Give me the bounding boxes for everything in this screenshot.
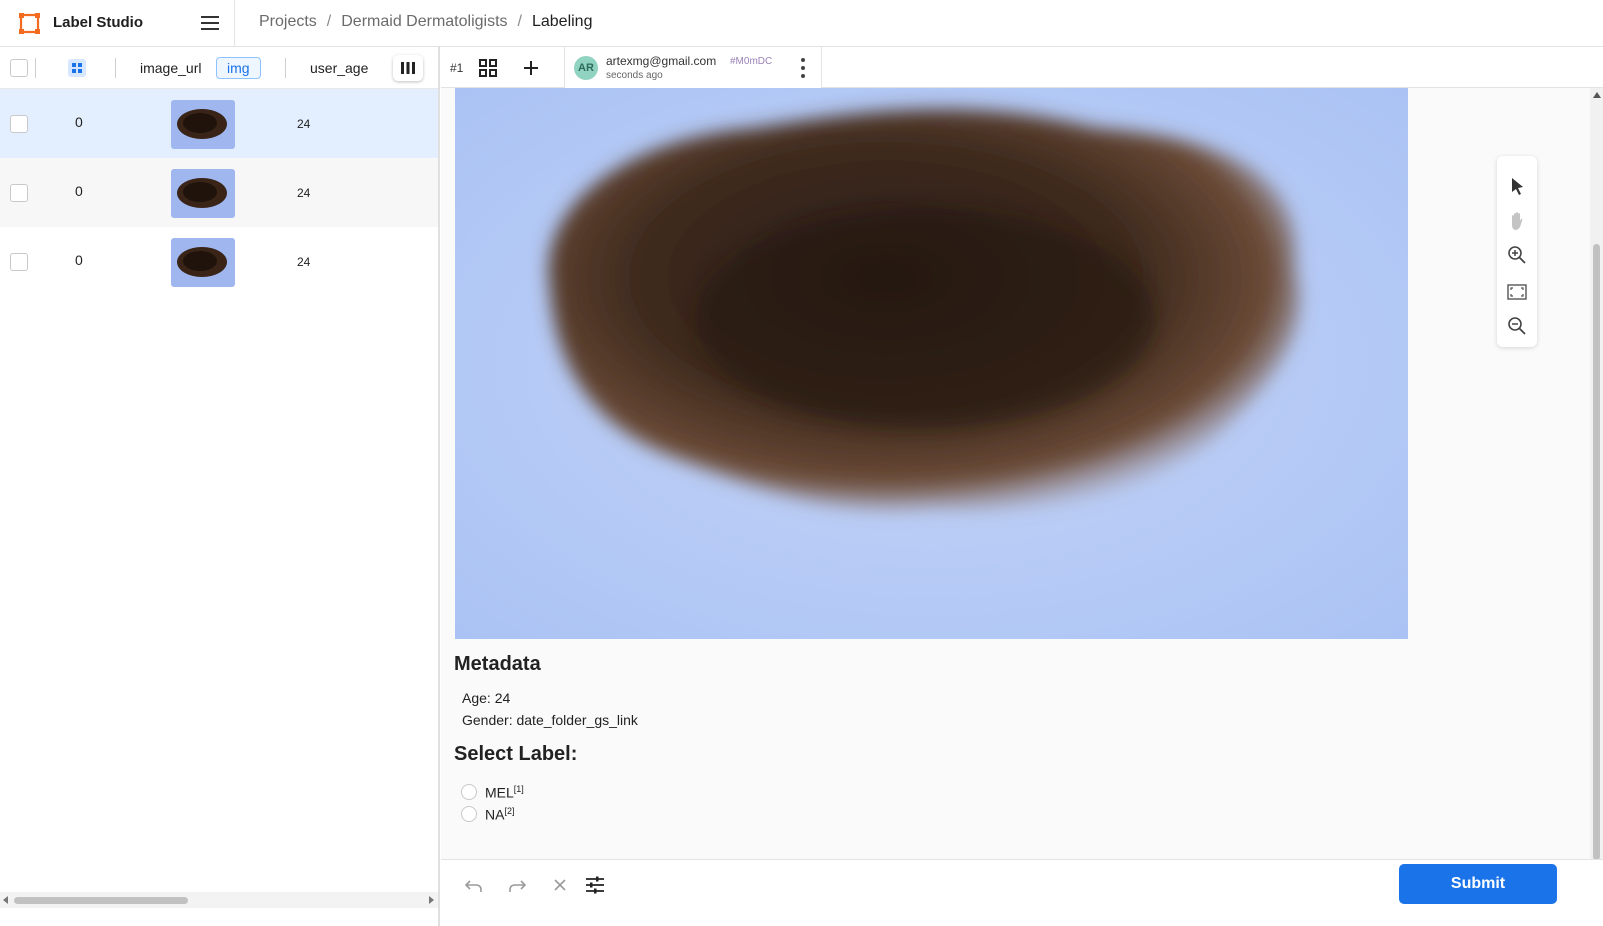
column-divider bbox=[115, 58, 116, 78]
row-id: 0 bbox=[75, 252, 83, 268]
app-name: Label Studio bbox=[53, 14, 143, 31]
row-checkbox[interactable] bbox=[10, 115, 28, 133]
column-divider bbox=[285, 58, 286, 78]
zoom-out-icon[interactable] bbox=[1507, 316, 1527, 336]
reset-close-icon[interactable] bbox=[549, 874, 571, 896]
vertical-scrollbar[interactable] bbox=[1590, 88, 1603, 866]
pointer-tool-icon[interactable] bbox=[1507, 176, 1527, 196]
radio-button[interactable] bbox=[461, 806, 477, 822]
row-id: 0 bbox=[75, 114, 83, 130]
row-age: 24 bbox=[297, 117, 311, 131]
horizontal-scrollbar[interactable] bbox=[0, 892, 438, 908]
column-header-user-age[interactable]: user_age bbox=[310, 60, 368, 76]
row-age: 24 bbox=[297, 255, 311, 269]
table-row[interactable]: 0 24 bbox=[0, 158, 438, 227]
avatar: AR bbox=[574, 56, 598, 80]
breadcrumb-current: Labeling bbox=[531, 13, 593, 30]
scroll-left-icon[interactable] bbox=[3, 896, 9, 904]
row-id: 0 bbox=[75, 183, 83, 199]
breadcrumb-project[interactable]: Dermaid Dermatoligists bbox=[341, 13, 507, 31]
label-studio-logo-icon bbox=[19, 13, 40, 34]
annotation-tab[interactable]: AR artexmg@gmail.com #M0mDC seconds ago bbox=[564, 47, 822, 88]
table-header: image_url img user_age bbox=[0, 47, 438, 89]
breadcrumb-separator: / bbox=[326, 13, 332, 30]
scroll-up-icon[interactable] bbox=[1593, 92, 1601, 98]
undo-icon[interactable] bbox=[463, 874, 485, 896]
labeling-panel: #1 AR artexmg@gmail.com #M0mDC seconds a… bbox=[441, 47, 1603, 926]
logo-area: Label Studio bbox=[0, 0, 235, 47]
table-row[interactable]: 0 24 bbox=[0, 227, 438, 296]
column-type-tag: img bbox=[216, 57, 261, 79]
hotkey-hint: [1] bbox=[513, 784, 524, 794]
scrollbar-thumb[interactable] bbox=[1593, 244, 1600, 860]
metadata-heading: Metadata bbox=[454, 653, 541, 675]
breadcrumb-projects[interactable]: Projects bbox=[259, 13, 317, 31]
annotation-id: #M0mDC bbox=[730, 56, 773, 67]
submit-button[interactable]: Submit bbox=[1399, 864, 1557, 904]
annotation-time: seconds ago bbox=[606, 70, 663, 81]
columns-toggle-button[interactable] bbox=[393, 55, 423, 81]
breadcrumb: Projects / Dermaid Dermatoligists / Labeling bbox=[259, 13, 592, 31]
image-toolbar bbox=[1497, 156, 1537, 347]
hamburger-menu-icon[interactable] bbox=[199, 14, 221, 32]
annotation-tabs: #1 AR artexmg@gmail.com #M0mDC seconds a… bbox=[441, 47, 1603, 88]
grid-view-icon[interactable] bbox=[479, 59, 497, 77]
radio-button[interactable] bbox=[461, 784, 477, 800]
fit-to-screen-icon[interactable] bbox=[1507, 282, 1527, 302]
row-checkbox[interactable] bbox=[10, 184, 28, 202]
redo-icon[interactable] bbox=[506, 874, 528, 896]
scroll-right-icon[interactable] bbox=[428, 896, 434, 904]
scrollbar-thumb[interactable] bbox=[14, 897, 188, 904]
annotation-tab-number[interactable]: #1 bbox=[450, 61, 463, 75]
task-list-panel: image_url img user_age 0 24 0 24 0 24 bbox=[0, 47, 440, 926]
top-bar: Label Studio Projects / Dermaid Dermatolig… bbox=[0, 0, 1603, 47]
select-all-checkbox[interactable] bbox=[10, 59, 28, 77]
skin-lesion-image[interactable] bbox=[455, 88, 1408, 639]
zoom-in-icon[interactable] bbox=[1507, 245, 1527, 265]
label-text: MEL bbox=[485, 784, 514, 801]
lesion-thumbnail bbox=[171, 100, 235, 149]
metadata-gender: Gender: date_folder_gs_link bbox=[462, 712, 638, 728]
column-divider bbox=[35, 58, 36, 78]
select-label-heading: Select Label: bbox=[454, 743, 578, 765]
metadata-age: Age: 24 bbox=[462, 690, 511, 706]
settings-sliders-icon[interactable] bbox=[584, 874, 606, 896]
bottom-action-bar: Submit bbox=[441, 859, 1603, 926]
lesion-thumbnail bbox=[171, 169, 235, 218]
more-options-icon[interactable] bbox=[801, 57, 805, 79]
row-checkbox[interactable] bbox=[10, 253, 28, 271]
table-row[interactable]: 0 24 bbox=[0, 89, 438, 158]
id-column-icon bbox=[68, 59, 86, 77]
lesion-thumbnail bbox=[171, 238, 235, 287]
add-annotation-icon[interactable] bbox=[522, 59, 540, 77]
row-age: 24 bbox=[297, 186, 311, 200]
hotkey-hint: [2] bbox=[504, 806, 515, 816]
column-header-image-url[interactable]: image_url bbox=[140, 60, 201, 76]
pan-hand-icon[interactable] bbox=[1507, 211, 1527, 231]
label-text: NA bbox=[485, 806, 505, 823]
breadcrumb-separator: / bbox=[517, 13, 522, 30]
annotator-email: artexmg@gmail.com bbox=[606, 54, 717, 68]
columns-icon bbox=[401, 62, 415, 74]
